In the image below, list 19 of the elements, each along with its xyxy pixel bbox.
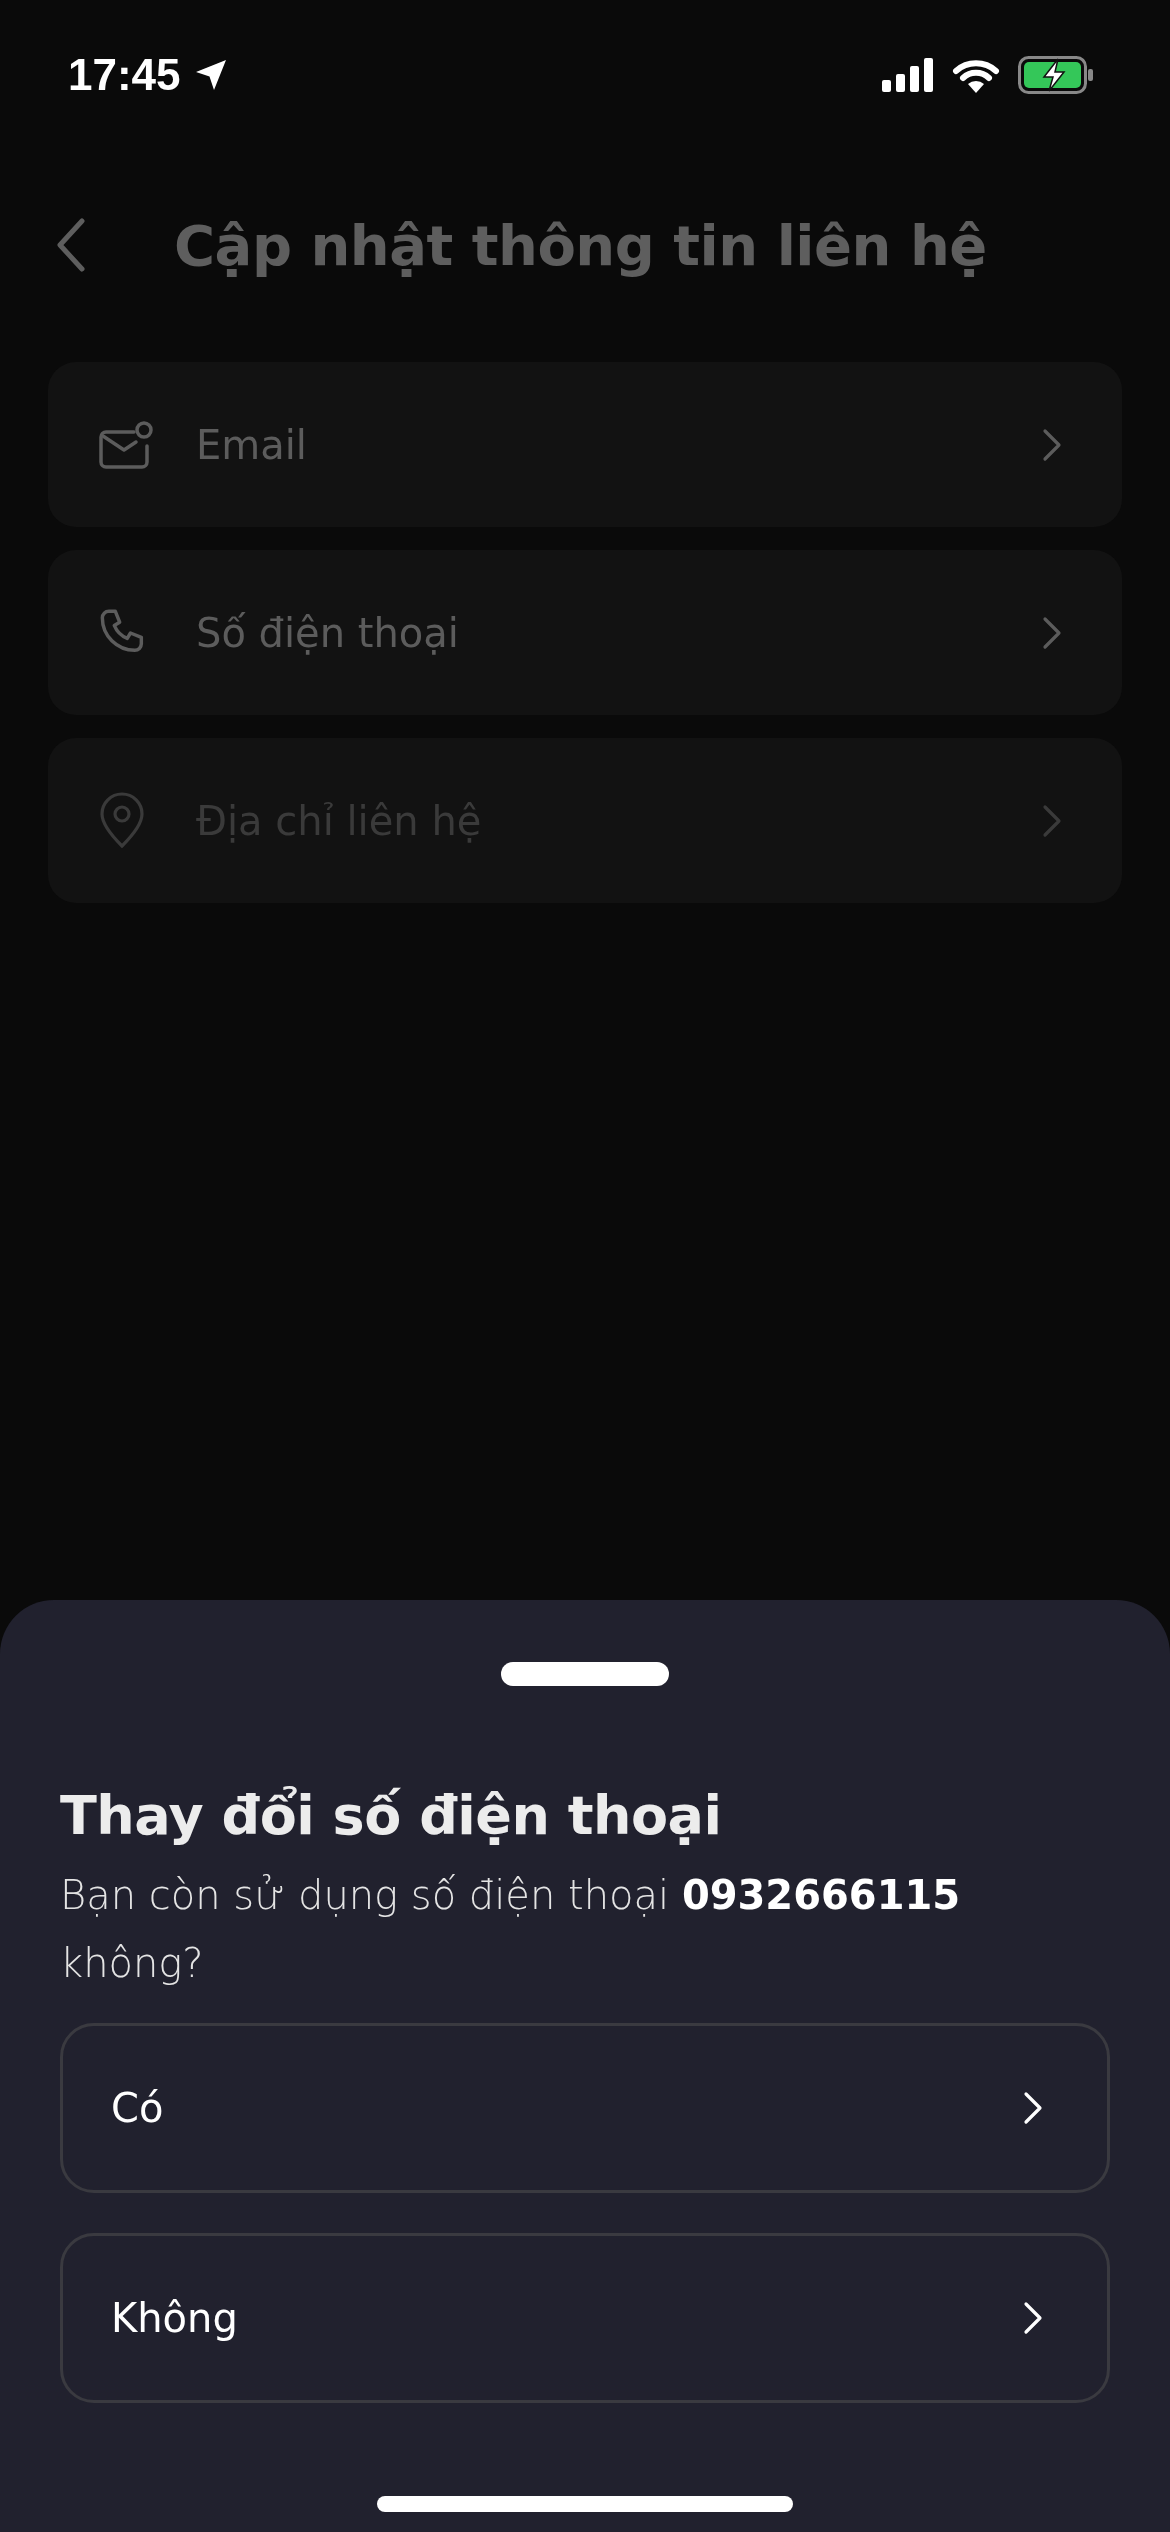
sheet-title: Thay đổi số điện thoại xyxy=(60,1784,723,1847)
location-pin-icon xyxy=(98,791,146,850)
mail-icon xyxy=(98,419,154,470)
wifi-icon xyxy=(952,57,1000,93)
chevron-right-icon xyxy=(1042,427,1062,462)
contact-option[interactable]: Email xyxy=(48,362,1122,527)
sheet-message: Bạn còn sử dụng số điện thoại 0932666115 không? xyxy=(60,1871,962,1988)
chevron-right-icon xyxy=(1042,615,1062,650)
contact-option[interactable]: Số điện thoại xyxy=(48,550,1122,715)
answer-option[interactable]: Không xyxy=(60,2233,1110,2403)
chevron-right-icon xyxy=(1042,803,1062,838)
drag-handle[interactable] xyxy=(501,1662,669,1686)
chevron-right-icon xyxy=(1023,2301,1043,2335)
chevron-right-icon xyxy=(1023,2091,1043,2125)
signal-icon xyxy=(882,58,934,92)
answer-option[interactable]: Có xyxy=(60,2023,1110,2193)
status-time: 17:45 xyxy=(68,50,181,100)
battery-charging-icon xyxy=(1018,56,1094,94)
page-title: Cập nhật thông tin liên hệ xyxy=(174,212,987,278)
